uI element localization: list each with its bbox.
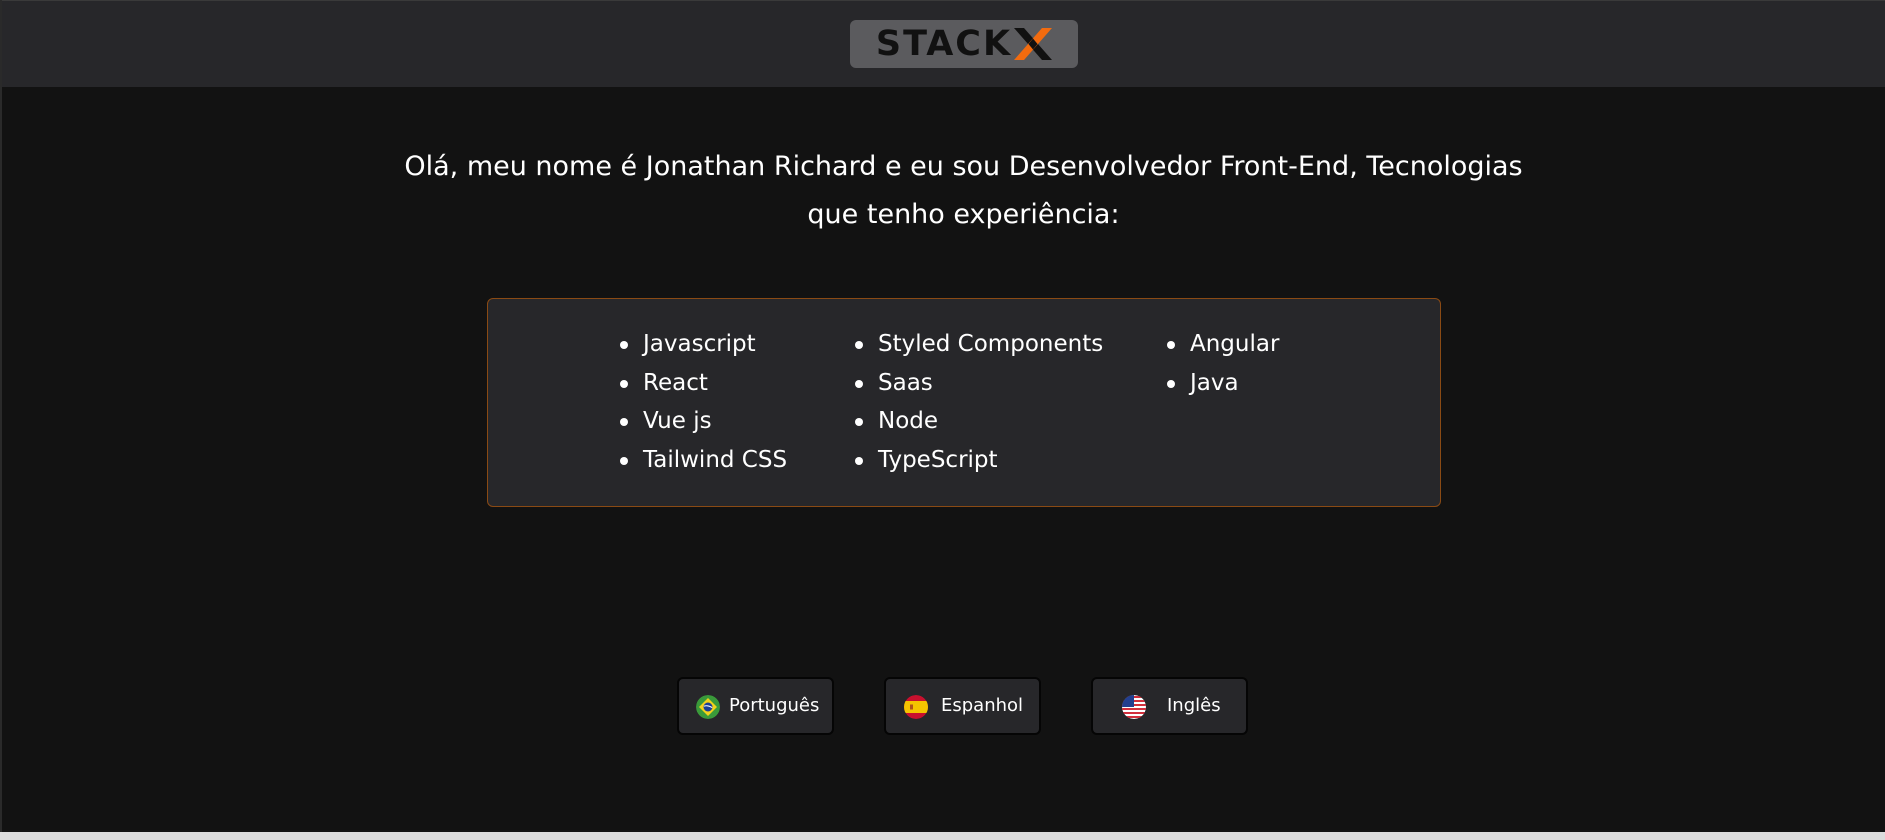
technologies-column-3: Angular Java <box>1167 325 1280 403</box>
spain-flag-icon <box>904 695 928 719</box>
tech-list-item: TypeScript <box>855 441 1103 480</box>
logo-x-icon <box>1014 28 1053 60</box>
tech-list-item: React <box>620 364 787 403</box>
bullet-icon <box>855 418 863 427</box>
tech-list-item: Java <box>1167 364 1279 403</box>
tech-list-item: Javascript <box>620 325 787 364</box>
usa-flag-icon <box>1122 695 1146 719</box>
bullet-icon <box>1167 341 1175 349</box>
tech-name: Angular <box>1190 331 1280 357</box>
tech-list-item: Saas <box>855 364 1103 403</box>
language-label: Espanhol <box>941 695 1024 716</box>
tech-list-item: Styled Components <box>855 325 1104 364</box>
intro-line-1: Olá, meu nome é Jonathan Richard e eu so… <box>404 151 1523 182</box>
bullet-icon <box>1167 379 1175 388</box>
tech-name: Javascript <box>643 331 756 357</box>
logo-text: STACK <box>875 23 1013 64</box>
technologies-column-2: Styled Components Saas Node TypeScript <box>855 325 1104 480</box>
tech-list-item: Tailwind CSS <box>620 441 788 480</box>
bullet-icon <box>620 341 628 349</box>
tech-name: Java <box>1190 369 1239 396</box>
bullet-icon <box>855 379 863 388</box>
technologies-column-1: Javascript React Vue js Tailwind CSS <box>620 325 788 480</box>
tech-list-item: Vue js <box>620 402 787 441</box>
tech-name: TypeScript <box>878 447 998 474</box>
language-label: Português <box>729 695 820 716</box>
language-button-spanish[interactable]: Espanhol <box>884 677 1041 735</box>
bullet-icon <box>620 457 628 466</box>
page: STACK Olá, meu nome é Jonathan Richard e… <box>0 0 1885 832</box>
top-bar: STACK <box>2 0 1885 87</box>
tech-list-item: Angular <box>1167 325 1280 364</box>
tech-name: Tailwind CSS <box>643 447 788 474</box>
tech-name: Node <box>878 408 939 435</box>
bullet-icon <box>620 379 628 388</box>
language-button-english[interactable]: Inglês <box>1091 677 1248 735</box>
tech-name: Vue js <box>643 408 712 435</box>
language-button-portuguese[interactable]: Português <box>677 677 834 735</box>
intro-line-2: que tenho experiência: <box>807 199 1120 230</box>
tech-name: Saas <box>878 369 933 396</box>
technologies-box: Javascript React Vue js Tailwind CSS Sty… <box>487 298 1441 507</box>
language-label: Inglês <box>1167 695 1221 716</box>
bullet-icon <box>620 418 628 427</box>
tech-name: Styled Components <box>878 331 1104 357</box>
bullet-icon <box>855 341 863 349</box>
intro-text: Olá, meu nome é Jonathan Richard e eu so… <box>302 143 1625 239</box>
brazil-flag-icon <box>696 695 720 719</box>
stackx-logo[interactable]: STACK <box>850 20 1078 68</box>
tech-name: React <box>643 369 708 396</box>
tech-list-item: Node <box>855 402 1103 441</box>
bullet-icon <box>855 457 863 466</box>
horizontal-scrollbar[interactable] <box>0 832 1885 840</box>
